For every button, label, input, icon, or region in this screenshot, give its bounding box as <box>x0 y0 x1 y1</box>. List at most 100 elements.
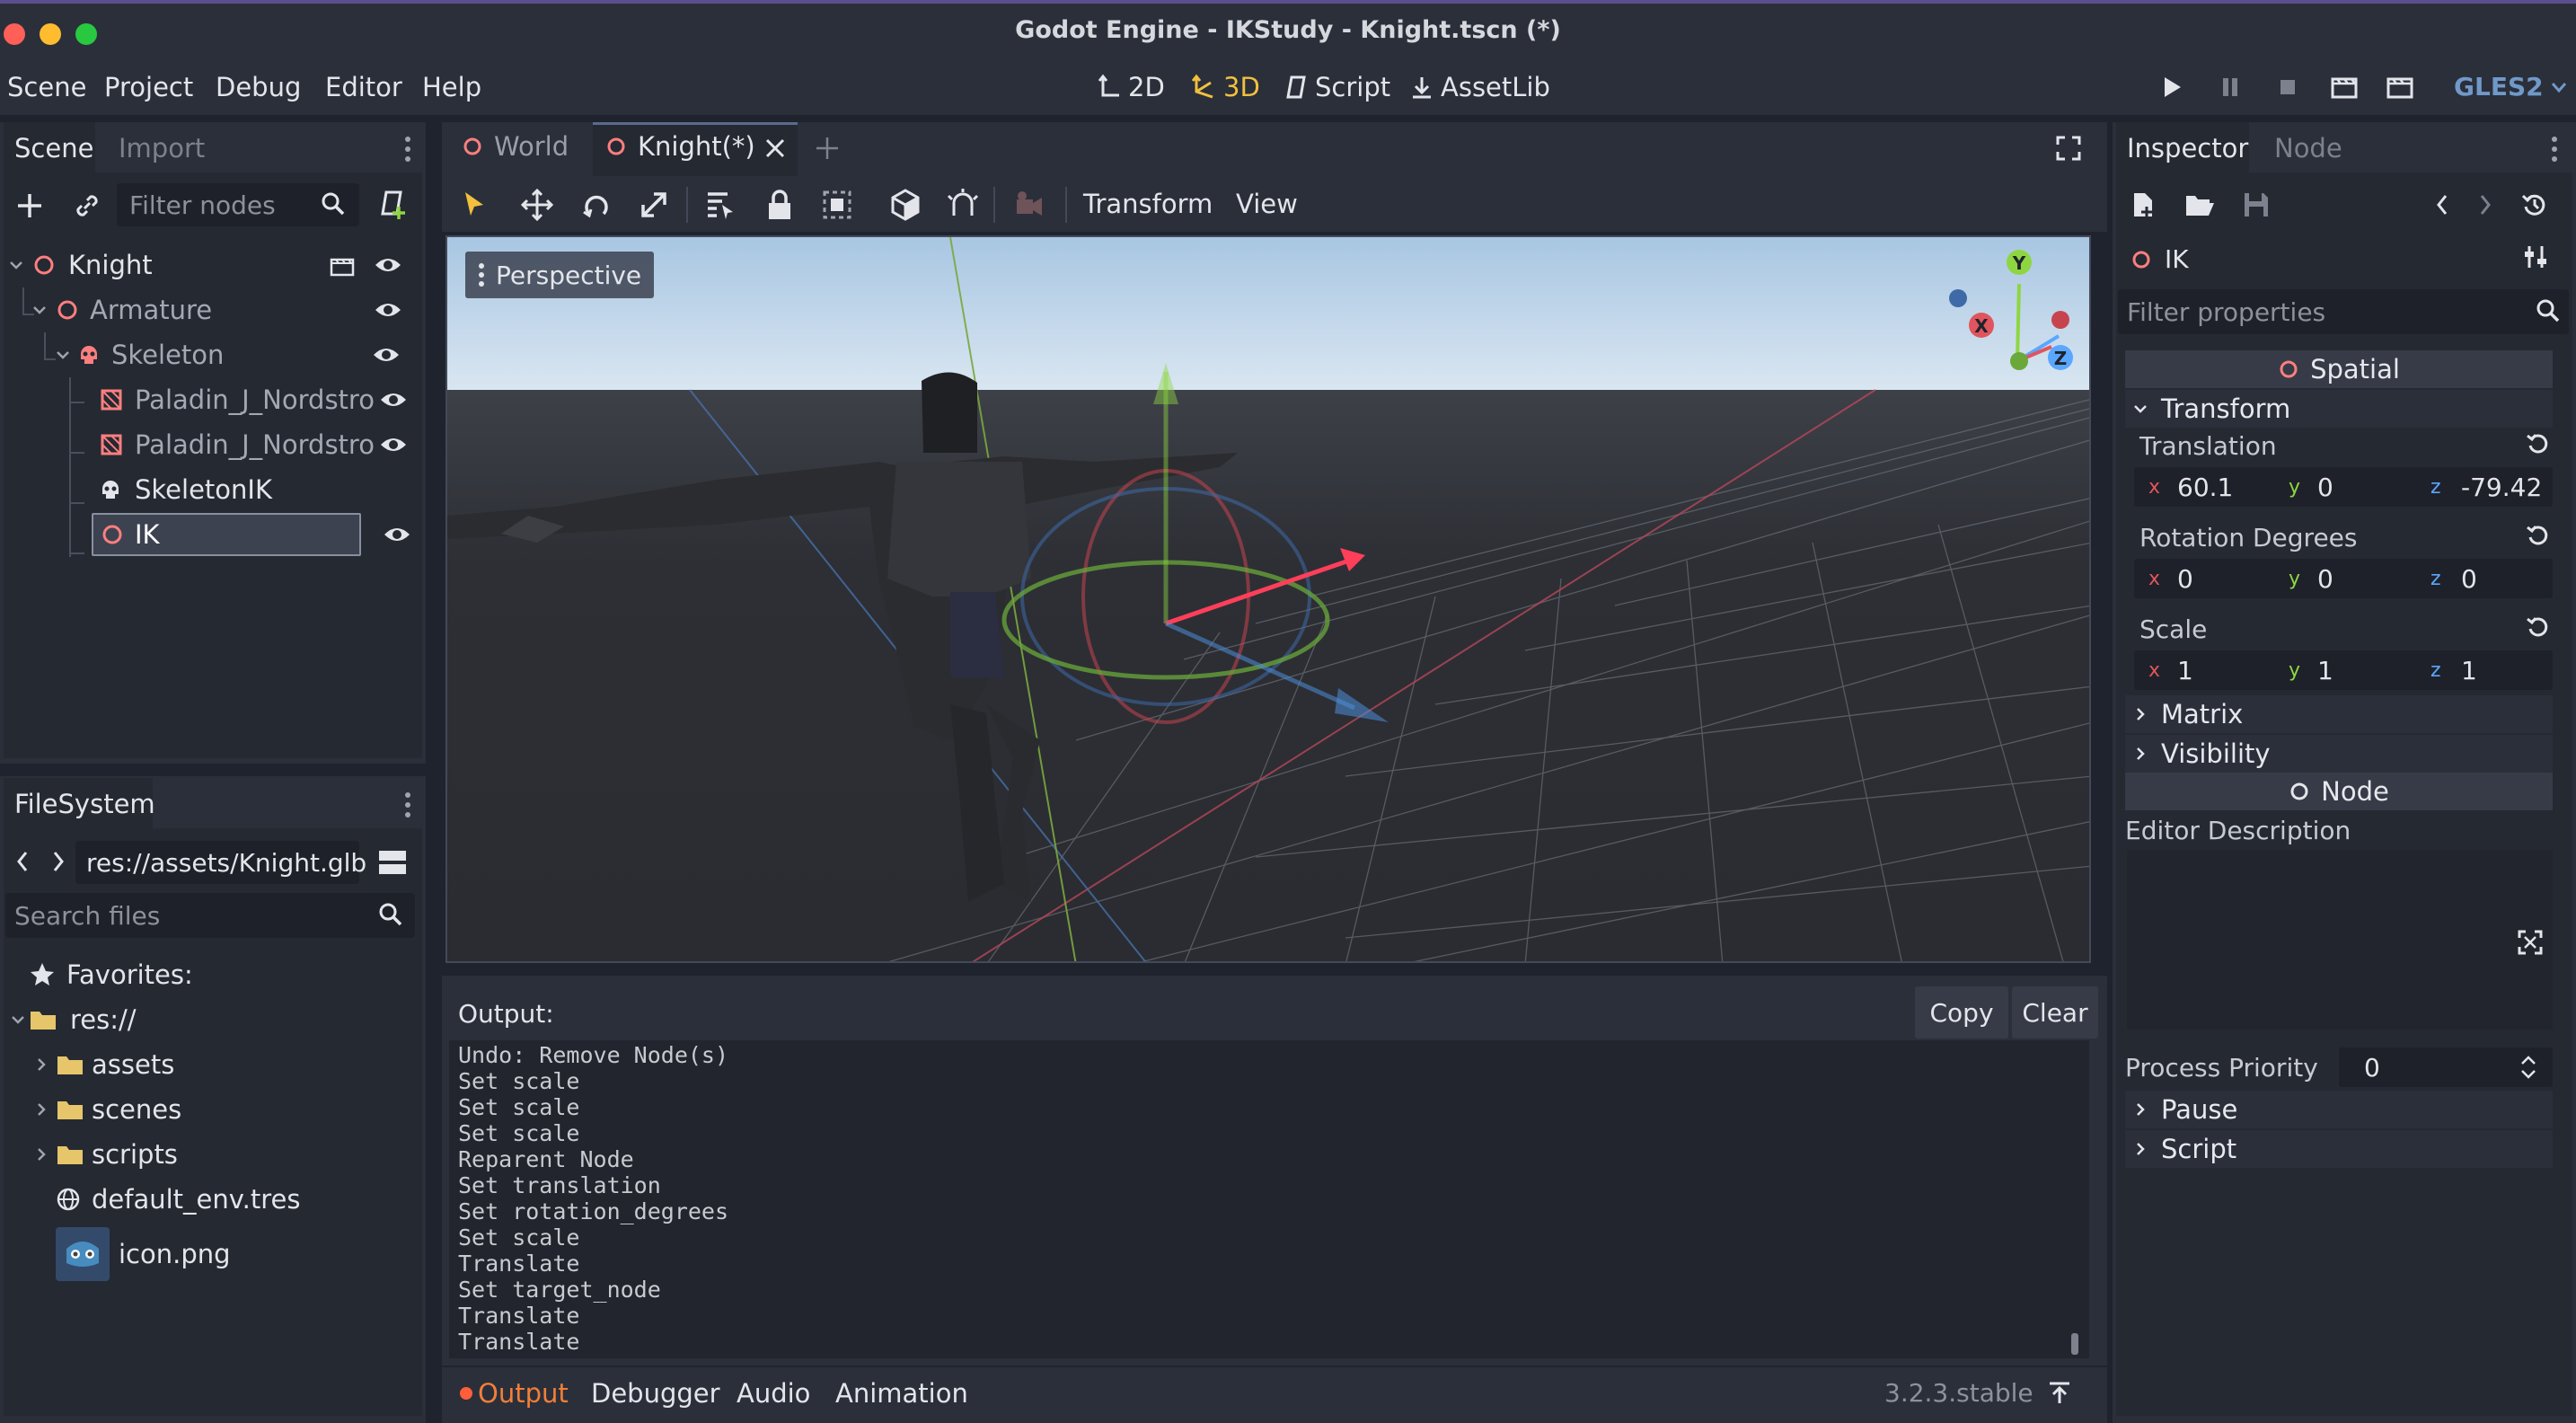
revert-icon[interactable] <box>2526 614 2551 640</box>
revert-icon[interactable] <box>2526 523 2551 548</box>
inspected-node[interactable]: IK <box>2130 244 2189 274</box>
selected-node[interactable]: IK <box>92 513 361 556</box>
save-icon[interactable] <box>2242 190 2271 219</box>
tab-output[interactable]: Output <box>460 1378 569 1409</box>
menu-editor[interactable]: Editor <box>325 72 402 102</box>
editor-description-textarea[interactable] <box>2127 850 2553 1030</box>
group-icon[interactable] <box>819 187 855 223</box>
scale-tool-icon[interactable] <box>636 187 672 223</box>
dock-menu-icon[interactable] <box>402 135 413 164</box>
chevron-down-icon[interactable] <box>9 1011 29 1029</box>
tab-scene[interactable]: Scene <box>14 133 93 164</box>
folder-scenes[interactable]: scenes <box>9 1087 419 1132</box>
favorites-item[interactable]: Favorites: <box>9 952 419 997</box>
add-node-icon[interactable] <box>14 190 45 221</box>
add-tab-icon[interactable] <box>814 135 841 162</box>
clapperboard-icon[interactable] <box>329 252 374 278</box>
rotate-tool-icon[interactable] <box>578 187 614 223</box>
tab-audio[interactable]: Audio <box>737 1378 810 1409</box>
view-menu[interactable]: View <box>1236 189 1298 219</box>
matrix-group[interactable]: Matrix <box>2125 695 2553 733</box>
eye-icon[interactable] <box>374 299 402 321</box>
workspace-script[interactable]: Script <box>1284 72 1390 102</box>
filter-properties-input[interactable]: Filter properties <box>2118 289 2569 334</box>
translation-z-input[interactable]: -79.42 <box>2461 473 2542 502</box>
menu-scene[interactable]: Scene <box>7 72 86 102</box>
tab-filesystem[interactable]: FileSystem <box>14 789 155 819</box>
eye-icon[interactable] <box>379 389 408 411</box>
process-priority-spinbox[interactable]: 0 <box>2339 1047 2553 1087</box>
spinner-arrows-icon[interactable] <box>2519 1053 2538 1082</box>
tab-inspector[interactable]: Inspector <box>2127 133 2248 164</box>
tab-world[interactable]: World <box>462 131 569 162</box>
scale-x-input[interactable]: 1 <box>2177 656 2193 685</box>
expand-panel-icon[interactable] <box>2046 1380 2073 1407</box>
visibility-group[interactable]: Visibility <box>2125 735 2553 773</box>
eye-icon[interactable] <box>379 434 408 455</box>
file-default-env[interactable]: default_env.tres <box>9 1177 419 1222</box>
eye-icon[interactable] <box>383 524 411 545</box>
chevron-right-icon[interactable] <box>34 1056 56 1074</box>
rotation-z-input[interactable]: 0 <box>2461 564 2477 594</box>
tab-debugger[interactable]: Debugger <box>591 1378 720 1409</box>
transform-group[interactable]: Transform <box>2125 390 2553 428</box>
revert-icon[interactable] <box>2526 431 2551 456</box>
perspective-menu[interactable]: Perspective <box>465 252 655 298</box>
lock-icon[interactable] <box>762 187 798 223</box>
menu-help[interactable]: Help <box>422 72 481 102</box>
tab-knight[interactable]: Knight(*) <box>605 131 755 162</box>
object-history-icon[interactable] <box>2520 190 2549 219</box>
object-properties-icon[interactable] <box>2522 243 2549 271</box>
script-attach-icon[interactable] <box>377 189 410 221</box>
expand-editor-icon[interactable] <box>2517 929 2544 956</box>
fullscreen-icon[interactable] <box>2055 135 2082 162</box>
renderer-select[interactable]: GLES2 <box>2454 72 2569 102</box>
chevron-right-icon[interactable] <box>34 1145 56 1163</box>
instance-scene-icon[interactable] <box>72 190 102 221</box>
dock-menu-icon[interactable] <box>2549 135 2560 164</box>
list-select-icon[interactable] <box>702 187 738 223</box>
folder-scripts[interactable]: scripts <box>9 1132 419 1177</box>
chevron-left-icon[interactable] <box>13 848 32 875</box>
menu-project[interactable]: Project <box>104 72 193 102</box>
translation-y-input[interactable]: 0 <box>2317 473 2333 502</box>
script-group[interactable]: Script <box>2125 1130 2553 1168</box>
eye-icon[interactable] <box>374 254 402 276</box>
camera-preview-icon[interactable] <box>1011 187 1047 223</box>
pause-group[interactable]: Pause <box>2125 1091 2553 1128</box>
workspace-2d[interactable]: 2D <box>1098 72 1165 102</box>
tab-import[interactable]: Import <box>119 133 205 164</box>
output-scrollbar[interactable] <box>2071 1333 2078 1355</box>
split-mode-icon[interactable] <box>377 848 408 877</box>
move-tool-icon[interactable] <box>519 187 555 223</box>
search-files-input[interactable]: Search files <box>5 893 415 938</box>
eye-icon[interactable] <box>372 344 401 366</box>
folder-res[interactable]: res:// <box>9 997 419 1042</box>
history-forward-icon[interactable] <box>2475 190 2495 219</box>
play-scene-icon[interactable] <box>2330 74 2359 101</box>
stop-icon[interactable] <box>2274 74 2301 101</box>
copy-button[interactable]: Copy <box>1915 986 2008 1039</box>
history-back-icon[interactable] <box>2432 190 2452 219</box>
snap-icon[interactable] <box>945 187 981 223</box>
translation-x-input[interactable]: 60.1 <box>2177 473 2233 502</box>
folder-assets[interactable]: assets <box>9 1042 419 1087</box>
chevron-right-icon[interactable] <box>34 1100 56 1118</box>
close-tab-icon[interactable] <box>763 137 787 160</box>
file-icon-png[interactable]: icon.png <box>9 1222 419 1286</box>
rotation-x-input[interactable]: 0 <box>2177 564 2193 594</box>
menu-debug[interactable]: Debug <box>216 72 301 102</box>
select-tool-icon[interactable] <box>456 187 492 223</box>
3d-viewport[interactable]: Y X Z Perspective <box>446 235 2091 963</box>
local-space-icon[interactable] <box>887 187 923 223</box>
pause-icon[interactable] <box>2217 74 2244 101</box>
scale-z-input[interactable]: 1 <box>2461 656 2477 685</box>
tab-node[interactable]: Node <box>2274 133 2342 164</box>
path-field[interactable]: res://assets/Knight.glb <box>75 841 366 884</box>
new-resource-icon[interactable] <box>2129 190 2157 219</box>
scale-y-input[interactable]: 1 <box>2317 656 2333 685</box>
open-folder-icon[interactable] <box>2184 190 2215 219</box>
workspace-3d[interactable]: 3D <box>1191 72 1260 102</box>
dock-menu-icon[interactable] <box>402 791 413 819</box>
filter-nodes-input[interactable]: Filter nodes <box>117 183 359 226</box>
